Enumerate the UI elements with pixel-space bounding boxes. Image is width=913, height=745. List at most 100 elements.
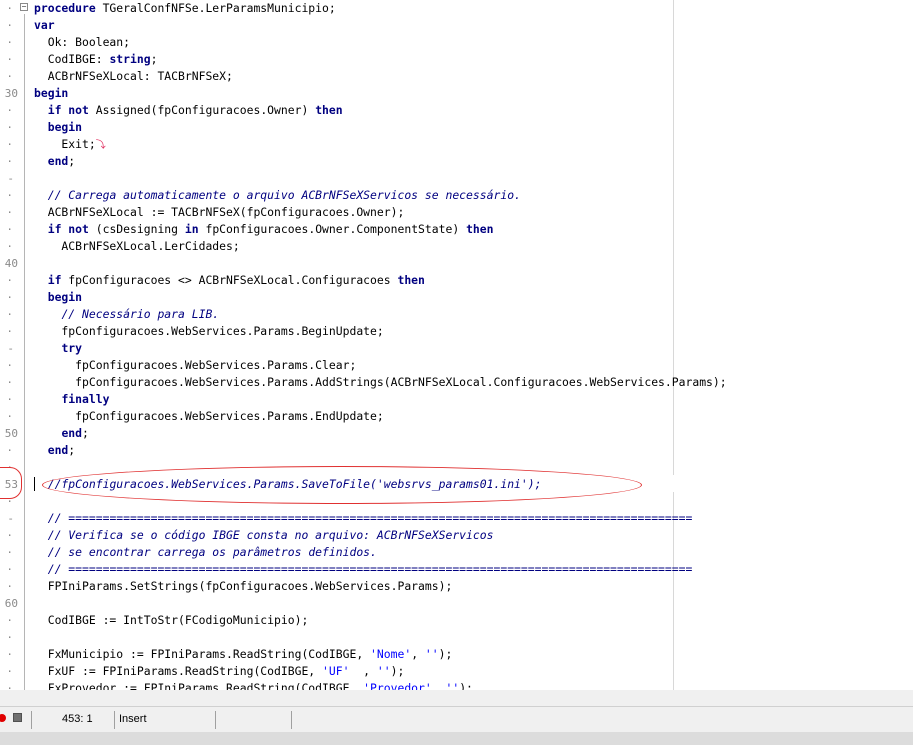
horizontal-scrollbar[interactable] <box>0 690 913 706</box>
code-token: fpConfiguracoes.WebServices.Params.Clear… <box>34 358 357 372</box>
code-line[interactable]: begin <box>34 289 82 306</box>
code-line[interactable]: begin <box>34 85 68 102</box>
code-line[interactable]: end; <box>34 153 75 170</box>
gutter-line-marker <box>0 527 18 544</box>
code-token: ); <box>459 681 473 690</box>
code-line[interactable]: fpConfiguracoes.WebServices.Params.Begin… <box>34 323 383 340</box>
gutter-line-marker <box>0 272 18 289</box>
code-line[interactable]: if not Assigned(fpConfiguracoes.Owner) t… <box>34 102 343 119</box>
code-line[interactable]: FPIniParams.SetStrings(fpConfiguracoes.W… <box>34 578 453 595</box>
code-line[interactable]: fpConfiguracoes.WebServices.Params.EndUp… <box>34 408 384 425</box>
code-line[interactable]: ACBrNFSeXLocal.LerCidades; <box>34 238 239 255</box>
code-line[interactable]: try <box>34 340 82 357</box>
gutter-line-marker <box>0 221 18 238</box>
code-line[interactable]: fpConfiguracoes.WebServices.Params.Clear… <box>34 357 356 374</box>
code-line[interactable]: var <box>34 17 55 34</box>
code-token: ; <box>68 443 76 457</box>
gutter-line-marker <box>0 34 18 51</box>
keyword-token: if <box>47 273 62 287</box>
code-line[interactable]: // =====================================… <box>34 561 693 578</box>
code-token: FPIniParams.SetStrings(fpConfiguracoes.W… <box>34 579 453 593</box>
code-token: Exit; <box>34 137 96 151</box>
line-number: 50 <box>4 427 18 440</box>
code-line[interactable]: Exit;⤵ <box>34 136 106 153</box>
code-line[interactable]: fpConfiguracoes.WebServices.Params.AddSt… <box>34 374 727 391</box>
keyword-token: end <box>47 154 69 168</box>
edit-mode: Insert <box>119 713 147 725</box>
keyword-token: begin <box>47 290 83 304</box>
code-line[interactable]: // Verifica se o código IBGE consta no a… <box>34 527 494 544</box>
gutter-line-marker <box>0 153 18 170</box>
code-line[interactable]: ACBrNFSeXLocal: TACBrNFSeX; <box>34 68 233 85</box>
keyword-token: try <box>61 341 83 355</box>
record-macro-icon[interactable] <box>0 714 6 722</box>
line-number: 30 <box>4 87 18 100</box>
comment-token: // Necessário para LIB. <box>61 307 220 321</box>
fold-collapse-icon[interactable]: − <box>20 3 28 11</box>
keyword-token: then <box>397 273 425 287</box>
code-line[interactable]: // se encontrar carrega os parâmetros de… <box>34 544 377 561</box>
code-line[interactable]: begin <box>34 119 82 136</box>
gutter-line-marker <box>0 238 18 255</box>
keyword-token: if not <box>47 222 89 236</box>
keyword-token: if not <box>47 103 89 117</box>
code-line[interactable]: FxMunicipio := FPIniParams.ReadString(Co… <box>34 646 453 663</box>
code-token: ACBrNFSeXLocal: TACBrNFSeX; <box>34 69 233 83</box>
code-token: Assigned(fpConfiguracoes.Owner) <box>88 103 316 117</box>
exit-arrow-icon: ⤵ <box>95 140 106 151</box>
gutter-line-marker <box>0 510 18 527</box>
code-line[interactable]: end; <box>34 425 89 442</box>
code-token: FxUF := FPIniParams.ReadString(CodIBGE, <box>34 664 323 678</box>
code-token: FxMunicipio := FPIniParams.ReadString(Co… <box>34 647 371 661</box>
code-line[interactable]: CodIBGE: string; <box>34 51 158 68</box>
keyword-token: string <box>109 52 151 66</box>
code-editor[interactable]: 3040505360 − procedure TGeralConfNFSe.Le… <box>0 0 913 690</box>
gutter-line-marker: 30 <box>0 85 18 102</box>
code-token: ; <box>68 154 76 168</box>
code-token: fpConfiguracoes <> ACBrNFSeXLocal.Config… <box>61 273 398 287</box>
string-token: 'Provedor' <box>363 681 432 690</box>
code-token: ; <box>82 426 89 440</box>
right-margin-line <box>673 0 674 690</box>
gutter-line-marker <box>0 561 18 578</box>
gutter-line-marker <box>0 663 18 680</box>
code-line[interactable]: finally <box>34 391 109 408</box>
code-line[interactable]: CodIBGE := IntToStr(FCodigoMunicipio); <box>34 612 309 629</box>
gutter-line-marker <box>0 102 18 119</box>
code-line[interactable]: // =====================================… <box>34 510 693 527</box>
status-bar: 453: 1 Insert <box>0 706 913 733</box>
code-token: ACBrNFSeXLocal := TACBrNFSeX(fpConfigura… <box>34 205 405 219</box>
gutter-line-marker <box>0 340 18 357</box>
code-line[interactable]: FxProvedor := FPIniParams.ReadString(Cod… <box>34 680 473 690</box>
keyword-token: then <box>315 103 343 117</box>
code-line[interactable]: if not (csDesigning in fpConfiguracoes.O… <box>34 221 494 238</box>
gutter-line-marker <box>0 442 18 459</box>
code-line[interactable]: if fpConfiguracoes <> ACBrNFSeXLocal.Con… <box>34 272 425 289</box>
status-separator <box>31 711 32 729</box>
gutter-line-marker <box>0 204 18 221</box>
code-line[interactable]: Ok: Boolean; <box>34 34 130 51</box>
line-number: 60 <box>4 597 18 610</box>
comment-token: // Verifica se o código IBGE consta no a… <box>47 528 494 542</box>
code-line[interactable]: // Carrega automaticamente o arquivo ACB… <box>34 187 521 204</box>
gutter-line-marker <box>0 374 18 391</box>
gutter-line-marker <box>0 68 18 85</box>
code-token: ); <box>438 647 453 661</box>
code-line[interactable]: // Necessário para LIB. <box>34 306 219 323</box>
gutter-line-marker <box>0 578 18 595</box>
code-line[interactable]: end; <box>34 442 75 459</box>
code-line[interactable]: ACBrNFSeXLocal := TACBrNFSeX(fpConfigura… <box>34 204 405 221</box>
keyword-token: finally <box>61 392 110 406</box>
code-token: TGeralConfNFSe.LerParamsMunicipio; <box>102 1 336 15</box>
keyword-token: end <box>61 426 83 440</box>
line-gutter[interactable]: 3040505360 <box>0 0 18 690</box>
gutter-line-marker <box>0 357 18 374</box>
code-line[interactable]: procedure TGeralConfNFSe.LerParamsMunici… <box>34 0 336 17</box>
code-line[interactable]: FxUF := FPIniParams.ReadString(CodIBGE, … <box>34 663 405 680</box>
stop-macro-icon[interactable] <box>13 713 22 722</box>
